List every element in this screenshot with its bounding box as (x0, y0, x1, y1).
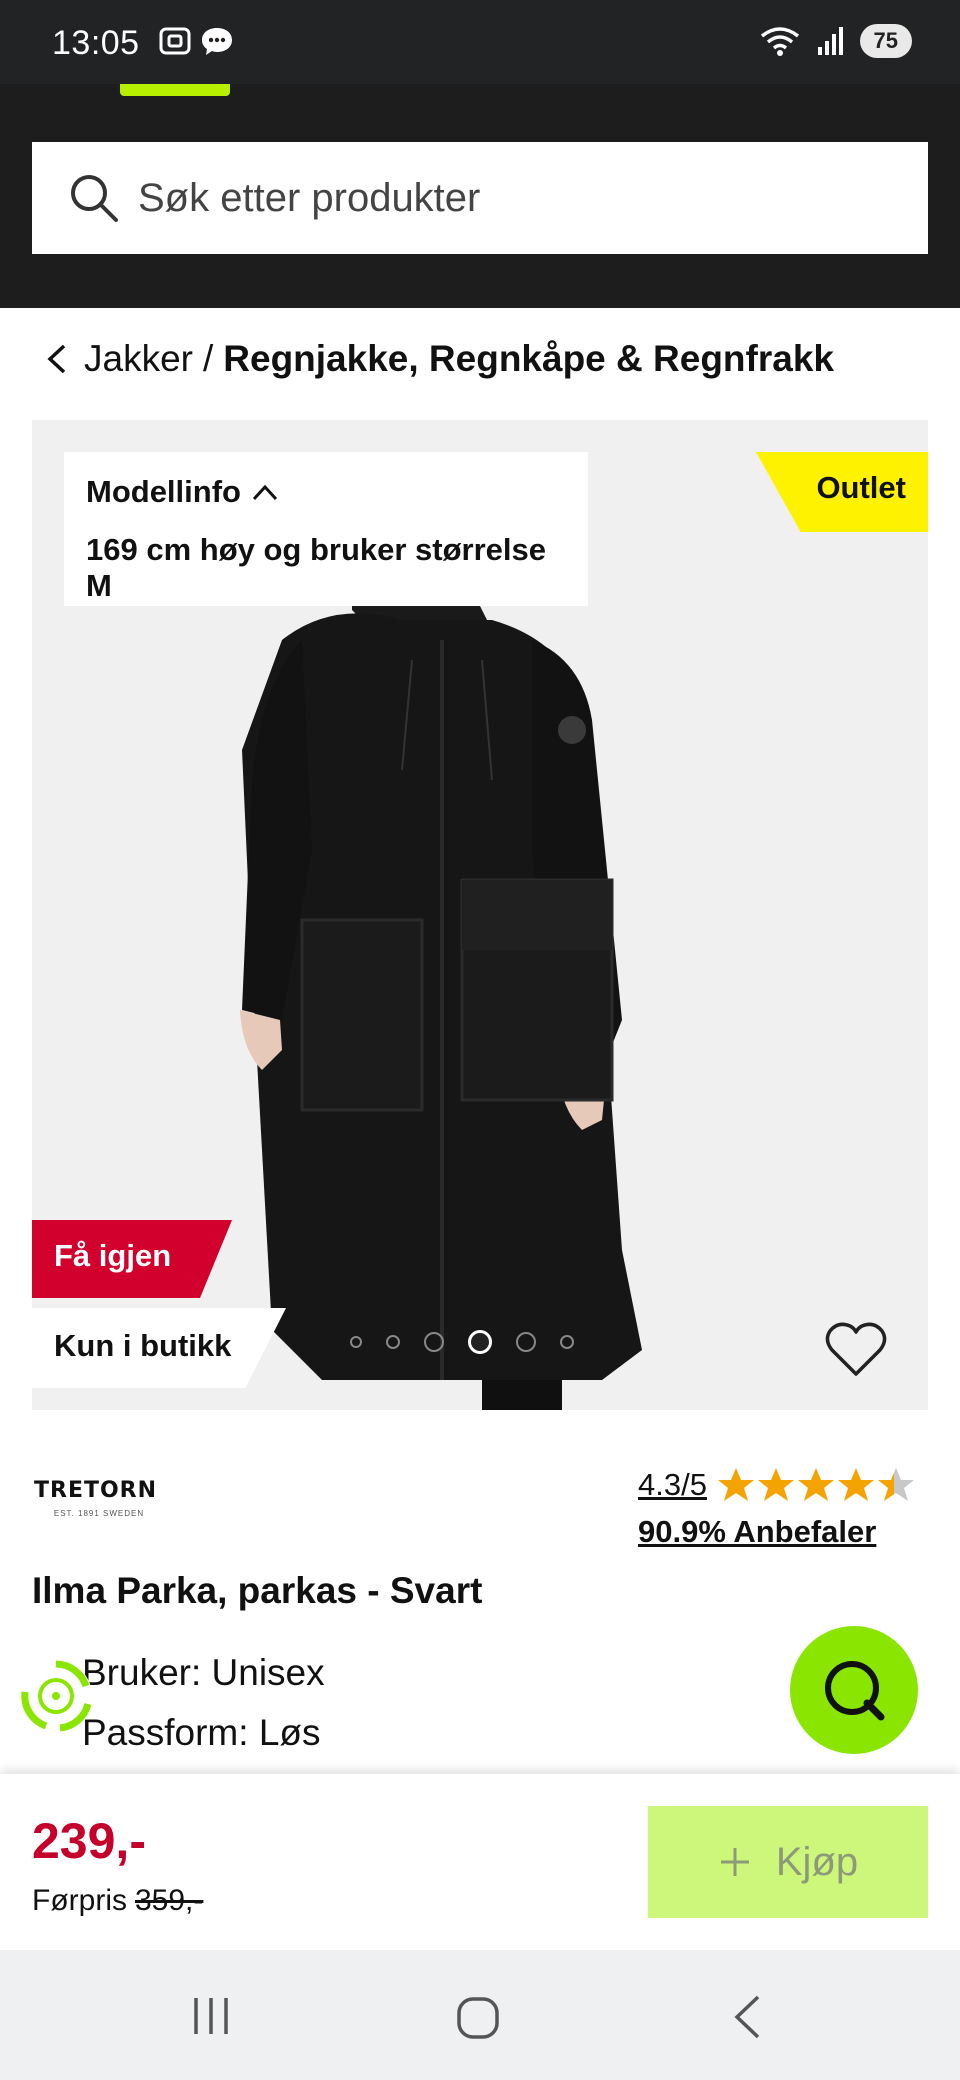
gallery-pagination (350, 1330, 574, 1354)
site-logo[interactable] (120, 84, 230, 96)
breadcrumb-separator: / (202, 338, 214, 379)
heart-icon[interactable] (824, 1320, 888, 1378)
battery-indicator: 75 (859, 24, 912, 58)
gallery-dot[interactable] (424, 1332, 444, 1352)
message-icon (202, 28, 232, 55)
gallery-dot-active[interactable] (468, 1330, 492, 1354)
fa-igjen-badge: Få igjen (32, 1220, 232, 1298)
before-price: Førpris 359,- (32, 1884, 203, 1918)
recycle-icon[interactable] (16, 1656, 96, 1736)
buy-button-label: Kjøp (775, 1839, 859, 1884)
star-half-icon (877, 1468, 914, 1501)
kun-i-butikk-badge: Kun i butikk (32, 1308, 286, 1388)
rating-summary[interactable]: 4.3/5 (638, 1466, 915, 1504)
spec-fit: Passform: Løs (82, 1712, 321, 1753)
status-bar: 13:05 75 (0, 0, 960, 84)
search-icon (71, 175, 118, 222)
recents-icon[interactable] (190, 1996, 232, 2036)
plus-icon (720, 1848, 749, 1876)
screenshot-icon (159, 27, 191, 55)
product-title: Ilma Parka, parkas - Svart (32, 1570, 483, 1611)
home-icon[interactable] (456, 1996, 500, 2040)
site-header: Søk etter produkter (0, 84, 960, 308)
search-placeholder: Søk etter produkter (138, 175, 481, 220)
star-icon (837, 1468, 874, 1501)
rating-stars (717, 1466, 915, 1504)
gallery-dot[interactable] (350, 1336, 362, 1348)
chevron-left-icon[interactable] (44, 342, 70, 376)
status-time: 13:05 (52, 24, 140, 62)
star-icon (717, 1468, 754, 1501)
signal-icon (817, 27, 843, 55)
product-image-gallery[interactable]: Modellinfo 169 cm høy og bruker størrels… (32, 420, 928, 1410)
breadcrumb-current: Regnjakke, Regnkåpe & Regnfrakk (223, 338, 834, 379)
notification-icons (158, 26, 234, 56)
buy-bar: 239,- Førpris 359,- Kjøp (0, 1774, 960, 1950)
brand-name: TRETORN (34, 1478, 158, 1503)
brand-logo[interactable]: TRETORN EST. 1891 SWEDEN (34, 1478, 164, 1518)
chevron-up-icon[interactable] (251, 482, 279, 502)
breadcrumb: Jakker / Regnjakke, Regnkåpe & Regnfrakk (44, 338, 834, 380)
breadcrumb-parent-link[interactable]: Jakker (84, 338, 193, 380)
search-input[interactable]: Søk etter produkter (32, 142, 928, 254)
brand-tagline: EST. 1891 SWEDEN (53, 1509, 145, 1518)
chat-button[interactable] (790, 1626, 918, 1754)
model-info-text: 169 cm høy og bruker størrelse M (86, 532, 547, 603)
spec-user: Bruker: Unisex (82, 1652, 325, 1693)
wifi-icon (760, 27, 799, 56)
kun-i-butikk-label: Kun i butikk (54, 1328, 232, 1363)
model-info-title: Modellinfo (86, 474, 241, 509)
back-icon[interactable] (732, 1994, 762, 2040)
recommend-rate[interactable]: 90.9% Anbefaler (638, 1514, 876, 1550)
model-info-panel[interactable]: Modellinfo 169 cm høy og bruker størrels… (64, 452, 588, 606)
outlet-badge: Outlet (756, 452, 928, 532)
star-icon (757, 1468, 794, 1501)
product-image (240, 550, 642, 1410)
price: 239,- (32, 1813, 146, 1869)
gallery-dot[interactable] (386, 1335, 400, 1349)
outlet-badge-label: Outlet (816, 470, 906, 505)
rating-score[interactable]: 4.3/5 (638, 1467, 707, 1503)
buy-button[interactable]: Kjøp (648, 1806, 928, 1918)
gallery-dot[interactable] (516, 1332, 536, 1352)
fa-igjen-label: Få igjen (54, 1238, 172, 1273)
system-icons: 75 (758, 24, 912, 58)
gallery-dot[interactable] (560, 1335, 574, 1349)
before-price-value: 359,- (134, 1884, 204, 1917)
before-price-label: Førpris (32, 1884, 127, 1917)
system-nav-bar (0, 1950, 960, 2080)
star-icon (797, 1468, 834, 1501)
chat-icon (825, 1661, 885, 1721)
